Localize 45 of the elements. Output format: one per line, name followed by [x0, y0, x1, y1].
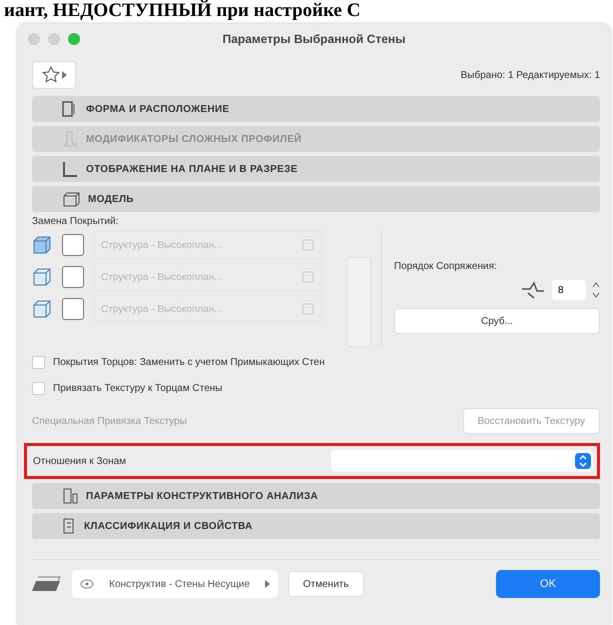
box-icon: [62, 191, 80, 207]
intersection-label: Порядок Сопряжения:: [394, 261, 498, 272]
override-checkbox[interactable]: [62, 234, 84, 256]
override-label: Замена Покрытий:: [32, 216, 120, 227]
caret-icon: [264, 580, 270, 588]
intersection-field[interactable]: 8: [552, 280, 586, 300]
texture-label: Специальная Привязка Текстуры: [32, 416, 187, 426]
section-header[interactable]: КЛАССИФИКАЦИЯ И СВОЙСТВА: [32, 513, 600, 539]
document-heading: иант, НЕДОСТУПНЫЙ при настройке С: [3, 0, 360, 22]
zones-label: Отношения к Зонам: [33, 456, 126, 466]
zoom-icon[interactable]: [68, 33, 80, 45]
selection-info: Выбрано: 1 Редактируемых: 1: [460, 70, 600, 80]
section-header[interactable]: МОДЕЛЬ: [32, 186, 600, 212]
cube-icon: [32, 299, 52, 319]
profile-icon: [62, 131, 78, 147]
window-title: Параметры Выбранной Стены: [221, 32, 407, 46]
cube-icon: [32, 235, 52, 255]
structure-icon: [62, 488, 78, 504]
document-icon: [62, 518, 76, 534]
option-label: Покрытия Торцов: Заменить с учетом Примыкающих Стен: [53, 356, 325, 368]
floor-plan-icon: [62, 161, 78, 177]
square-icon: [302, 303, 316, 315]
star-icon: [42, 66, 60, 84]
log-button[interactable]: Сруб...: [394, 308, 600, 334]
cube-icon: [32, 267, 52, 287]
caret-icon: [62, 71, 66, 79]
layers-icon: [32, 575, 62, 593]
chevrons-icon: [575, 453, 591, 469]
section-header[interactable]: ФОРМА И РАСПОЛОЖЕНИЕ: [32, 96, 600, 122]
square-icon: [302, 271, 316, 283]
override-checkbox[interactable]: [62, 298, 84, 320]
option-checkbox[interactable]: [32, 382, 45, 394]
section-header[interactable]: ОТОБРАЖЕНИЕ НА ПЛАНЕ И В РАЗРЕЗЕ: [32, 156, 600, 182]
override-checkbox[interactable]: [62, 266, 84, 288]
zones-dropdown[interactable]: [331, 450, 593, 472]
square-icon: [302, 239, 316, 251]
section-header[interactable]: ПАРАМЕТРЫ КОНСТРУКТИВНОГО АНАЛИЗА: [32, 483, 600, 509]
option-label: Привязать Текстуру к Торцам Стены: [53, 382, 222, 394]
favorites-button[interactable]: [32, 61, 76, 89]
option-checkbox[interactable]: [32, 356, 45, 368]
eye-icon: [80, 579, 94, 589]
layer-dropdown[interactable]: Конструктив - Стены Несущие: [72, 570, 278, 598]
ok-button[interactable]: OK: [496, 570, 600, 598]
stepper-icon[interactable]: [592, 281, 600, 299]
cancel-button[interactable]: Отменить: [288, 571, 364, 597]
